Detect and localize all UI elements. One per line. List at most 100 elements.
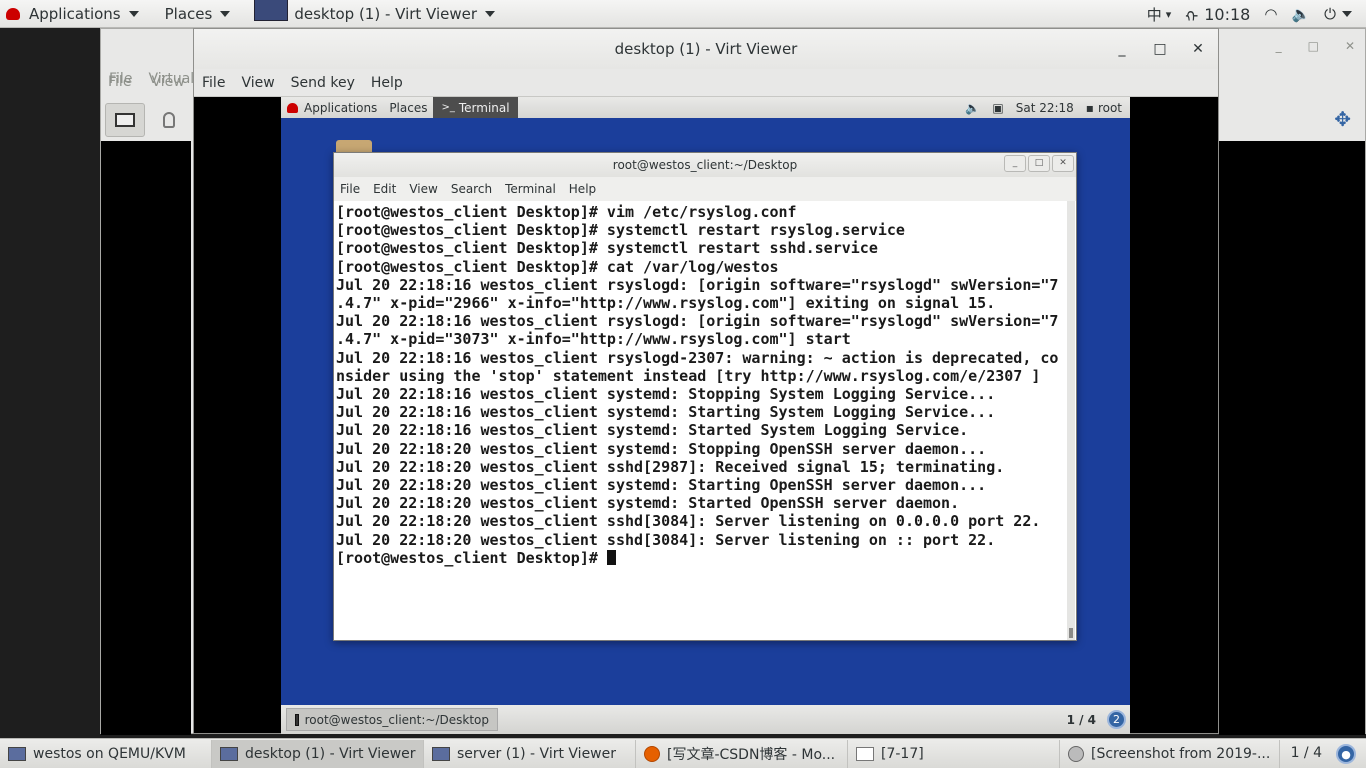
guest-top-panel: Applications Places >_ Terminal 🔈 ▣ Sat … bbox=[281, 97, 1130, 118]
terminal-line: Jul 20 22:18:16 westos_client rsyslogd: … bbox=[336, 312, 1059, 331]
task-label: [Screenshot from 2019-... bbox=[1091, 745, 1271, 762]
behind-window-menu: File View bbox=[108, 74, 185, 90]
terminal-line: Jul 20 22:18:16 westos_client systemd: S… bbox=[336, 421, 969, 440]
chevron-down-icon bbox=[220, 10, 231, 17]
applications-label: Applications bbox=[29, 4, 121, 23]
terminal-menubar: File Edit View Search Terminal Help bbox=[334, 177, 1076, 201]
terminal-line: Jul 20 22:18:16 westos_client systemd: S… bbox=[336, 403, 996, 422]
terminal-prompt-line[interactable]: [root@westos_client Desktop]# bbox=[336, 549, 1068, 567]
console-view-icon[interactable] bbox=[105, 103, 145, 137]
terminal-line: nsider using the 'stop' statement instea… bbox=[336, 366, 1041, 385]
guest-user[interactable]: root bbox=[1098, 101, 1122, 115]
maximize-icon[interactable]: □ bbox=[1028, 155, 1050, 172]
terminal-scrollbar[interactable] bbox=[1067, 201, 1075, 640]
terminal-window[interactable]: root@westos_client:~/Desktop _ □ ✕ File … bbox=[333, 152, 1077, 641]
volume-icon[interactable]: 🔈 bbox=[965, 101, 980, 115]
terminal-titlebar[interactable]: root@westos_client:~/Desktop _ □ ✕ bbox=[334, 153, 1076, 177]
screenshot-icon bbox=[1068, 745, 1084, 762]
active-window-menu[interactable]: desktop (1) - Virt Viewer bbox=[248, 0, 501, 28]
terminal-line: [root@westos_client Desktop]# systemctl … bbox=[336, 221, 905, 240]
user-icon: ▪ bbox=[1085, 100, 1094, 115]
term-menu-edit[interactable]: Edit bbox=[373, 182, 396, 196]
host-taskbar: westos on QEMU/KVM desktop (1) - Virt Vi… bbox=[0, 738, 1366, 768]
host-workspace-pager[interactable]: 1 / 4 bbox=[1291, 745, 1322, 761]
lightbulb-icon[interactable] bbox=[149, 103, 189, 137]
places-menu[interactable]: Places bbox=[159, 0, 237, 28]
guest-pager-label: 1 / 4 bbox=[1066, 712, 1096, 727]
text-cursor bbox=[606, 549, 616, 565]
maximize-icon[interactable]: □ bbox=[1152, 41, 1168, 57]
terminal-line: [root@westos_client Desktop]# systemctl … bbox=[336, 239, 878, 258]
task-label: [7-17] bbox=[881, 745, 924, 762]
close-icon[interactable]: ✕ bbox=[1190, 41, 1206, 57]
places-label: Places bbox=[164, 4, 213, 23]
viewer-titlebar[interactable]: desktop (1) - Virt Viewer _ □ ✕ bbox=[194, 29, 1218, 69]
terminal-line: Jul 20 22:18:20 westos_client systemd: S… bbox=[336, 439, 987, 458]
accessibility-icon[interactable]: ᡣ bbox=[1185, 1, 1198, 27]
terminal-line: [root@westos_client Desktop]# cat /var/l… bbox=[336, 257, 779, 276]
redhat-logo-icon bbox=[287, 102, 298, 113]
clock[interactable]: 10:18 bbox=[1204, 5, 1250, 24]
guest-clock[interactable]: Sat 22:18 bbox=[1016, 101, 1074, 115]
guest-notification-badge[interactable]: 2 bbox=[1107, 710, 1126, 729]
folder-icon[interactable] bbox=[336, 140, 372, 152]
term-menu-terminal[interactable]: Terminal bbox=[505, 182, 556, 196]
behind-menu-view: View bbox=[151, 74, 185, 90]
volume-icon[interactable]: 🔈 bbox=[1291, 5, 1310, 23]
active-window-label: desktop (1) - Virt Viewer bbox=[294, 4, 478, 23]
fullscreen-resize-icon[interactable]: ✥ bbox=[1334, 107, 1351, 131]
guest-terminal-task[interactable]: >_ Terminal bbox=[433, 97, 518, 118]
guest-desktop[interactable]: Applications Places >_ Terminal 🔈 ▣ Sat … bbox=[281, 97, 1130, 734]
guest-applications-label: Applications bbox=[304, 100, 378, 115]
close-icon[interactable]: ✕ bbox=[1345, 39, 1355, 53]
task-label: westos on QEMU/KVM bbox=[33, 745, 186, 762]
background-console-area bbox=[101, 141, 191, 735]
guest-places-menu[interactable]: Places bbox=[383, 97, 433, 118]
term-menu-file[interactable]: File bbox=[340, 182, 360, 196]
menu-file[interactable]: File bbox=[202, 75, 225, 91]
terminal-icon: >_ bbox=[441, 102, 455, 113]
applications-menu[interactable]: Applications bbox=[0, 0, 145, 28]
maximize-icon[interactable]: □ bbox=[1308, 39, 1319, 53]
input-method-indicator[interactable]: 中 bbox=[1147, 4, 1162, 25]
task-desktop-viewer[interactable]: desktop (1) - Virt Viewer bbox=[212, 739, 424, 768]
term-menu-search[interactable]: Search bbox=[451, 182, 492, 196]
chevron-down-icon bbox=[1342, 11, 1352, 17]
menu-view[interactable]: View bbox=[241, 75, 274, 91]
minimize-icon[interactable]: _ bbox=[1114, 41, 1130, 57]
term-menu-help[interactable]: Help bbox=[569, 182, 596, 196]
terminal-title: root@westos_client:~/Desktop bbox=[612, 158, 798, 172]
task-screenshot[interactable]: [Screenshot from 2019-... bbox=[1060, 739, 1280, 768]
scrollbar-thumb[interactable] bbox=[1069, 628, 1073, 638]
notification-badge-icon[interactable]: ● bbox=[1336, 744, 1356, 764]
task-firefox[interactable]: [写文章-CSDN博客 - Mo... bbox=[636, 739, 848, 768]
menu-send-key[interactable]: Send key bbox=[291, 75, 355, 91]
terminal-line: .4.7" x-pid="3073" x-info="http://www.rs… bbox=[336, 330, 851, 349]
task-document[interactable]: [7-17] bbox=[848, 739, 1060, 768]
task-westos-kvm[interactable]: westos on QEMU/KVM bbox=[0, 739, 212, 768]
task-server-viewer[interactable]: server (1) - Virt Viewer bbox=[424, 739, 636, 768]
terminal-prompt: [root@westos_client Desktop]# bbox=[336, 548, 607, 567]
close-icon[interactable]: ✕ bbox=[1052, 155, 1074, 172]
terminal-line: Jul 20 22:18:20 westos_client sshd[3084]… bbox=[336, 530, 996, 549]
menu-help[interactable]: Help bbox=[371, 75, 403, 91]
host-top-bar: Applications Places desktop (1) - Virt V… bbox=[0, 0, 1366, 28]
task-label: desktop (1) - Virt Viewer bbox=[245, 745, 416, 762]
guest-bottom-task[interactable]: root@westos_client:~/Desktop bbox=[286, 708, 498, 731]
network-icon[interactable]: ▣ bbox=[992, 101, 1003, 115]
power-icon[interactable]: ⏻ bbox=[1324, 5, 1336, 23]
wifi-icon[interactable]: ◠ bbox=[1264, 5, 1277, 23]
guest-workspace-pager[interactable]: 1 / 4 bbox=[1067, 705, 1096, 734]
minimize-icon[interactable]: _ bbox=[1004, 155, 1026, 172]
terminal-output[interactable]: [root@westos_client Desktop]# vim /etc/r… bbox=[335, 201, 1068, 640]
terminal-line: Jul 20 22:18:20 westos_client sshd[2987]… bbox=[336, 457, 1005, 476]
terminal-line: Jul 20 22:18:16 westos_client rsyslogd-2… bbox=[336, 348, 1059, 367]
background-window-controls: _ □ ✕ bbox=[1276, 39, 1355, 53]
term-menu-view[interactable]: View bbox=[409, 182, 437, 196]
terminal-line: Jul 20 22:18:20 westos_client systemd: S… bbox=[336, 494, 960, 513]
viewer-menubar: File View Send key Help bbox=[194, 69, 1218, 97]
minimize-icon[interactable]: _ bbox=[1276, 39, 1282, 53]
guest-applications-menu[interactable]: Applications bbox=[281, 97, 383, 118]
task-label: [写文章-CSDN博客 - Mo... bbox=[667, 746, 836, 763]
document-icon bbox=[856, 746, 874, 761]
